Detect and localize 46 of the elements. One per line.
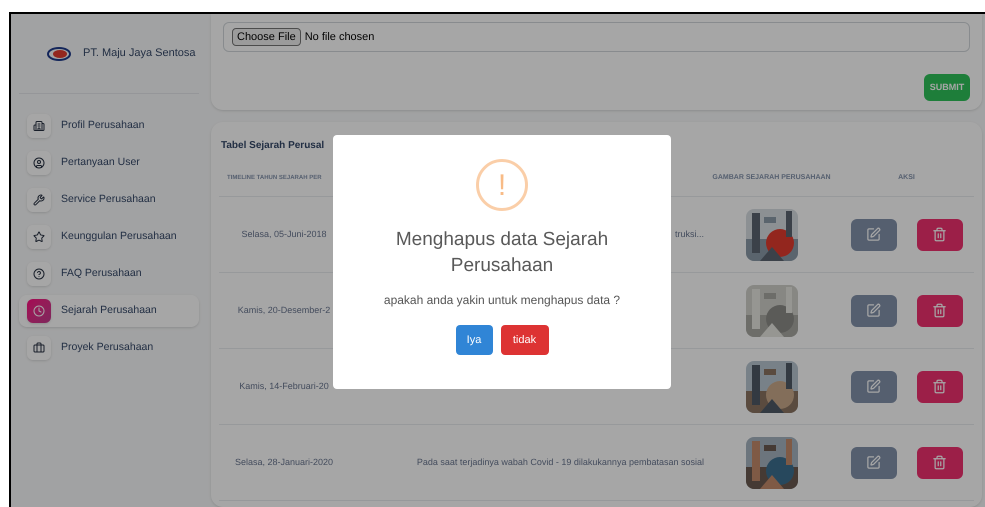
sidebar-item[interactable]: Proyek Perusahaan [19, 332, 199, 364]
table-cell-text: Kamis, 20-Desember-2 [236, 304, 332, 317]
table-cell-text: Pada saat terjadinya wabah Covid - 19 dilakukannya pembatasan sosial [416, 456, 704, 469]
dialog-title: Menghapus data Sejarah Perusahaan [394, 228, 610, 278]
menu-icon [33, 268, 45, 280]
delete-button[interactable] [916, 446, 962, 478]
menu-icon [33, 231, 45, 243]
edit-button[interactable] [850, 218, 896, 250]
sidebar-item[interactable]: FAQ Perusahaan [19, 258, 199, 290]
menu-icon [33, 120, 45, 132]
sidebar-item[interactable]: Sejarah Perusahaan [19, 295, 199, 327]
table-cell-text: Kamis, 14-Februari-20 [238, 380, 330, 393]
confirm-button[interactable]: Iya [456, 325, 492, 355]
edit-icon [866, 379, 881, 394]
trash-icon [932, 227, 947, 242]
menu-icon [33, 305, 45, 317]
delete-button[interactable] [916, 218, 962, 250]
menu-icon [33, 194, 45, 206]
sidebar-item[interactable]: Profil Perusahaan [19, 110, 199, 142]
delete-button[interactable] [916, 370, 962, 402]
edit-icon [866, 227, 881, 242]
sidebar-item[interactable]: Pertanyaan User [19, 147, 199, 179]
edit-button[interactable] [850, 294, 896, 326]
trash-icon [932, 455, 947, 470]
menu-icon [33, 157, 45, 169]
warning-icon: ! [476, 159, 528, 211]
table-cell-text: Selasa, 28-Januari-2020 [234, 456, 334, 469]
sidebar-item[interactable]: Keunggulan Perusahaan [19, 221, 199, 253]
edit-button[interactable] [850, 370, 896, 402]
table-cell-text: Selasa, 05-Juni-2018 [240, 228, 328, 241]
menu-icon [33, 342, 45, 354]
choose-file-button[interactable]: Choose File [232, 28, 301, 46]
trash-icon [932, 303, 947, 318]
logo-icon [47, 46, 71, 60]
file-input[interactable]: Choose File No file chosen [223, 22, 970, 52]
dialog-message: apakah anda yakin untuk menghapus data ? [384, 292, 620, 309]
cancel-button[interactable]: tidak [500, 325, 548, 355]
sidebar-item[interactable]: Service Perusahaan [19, 184, 199, 216]
edit-icon [866, 455, 881, 470]
edit-icon [866, 303, 881, 318]
table-title: Tabel Sejarah Perusal [220, 139, 326, 153]
edit-button[interactable] [850, 446, 896, 478]
delete-button[interactable] [916, 294, 962, 326]
table-cell-text: truksi... [674, 228, 704, 241]
brand-name: PT. Maju Jaya Sentosa [83, 46, 196, 62]
trash-icon [932, 379, 947, 394]
